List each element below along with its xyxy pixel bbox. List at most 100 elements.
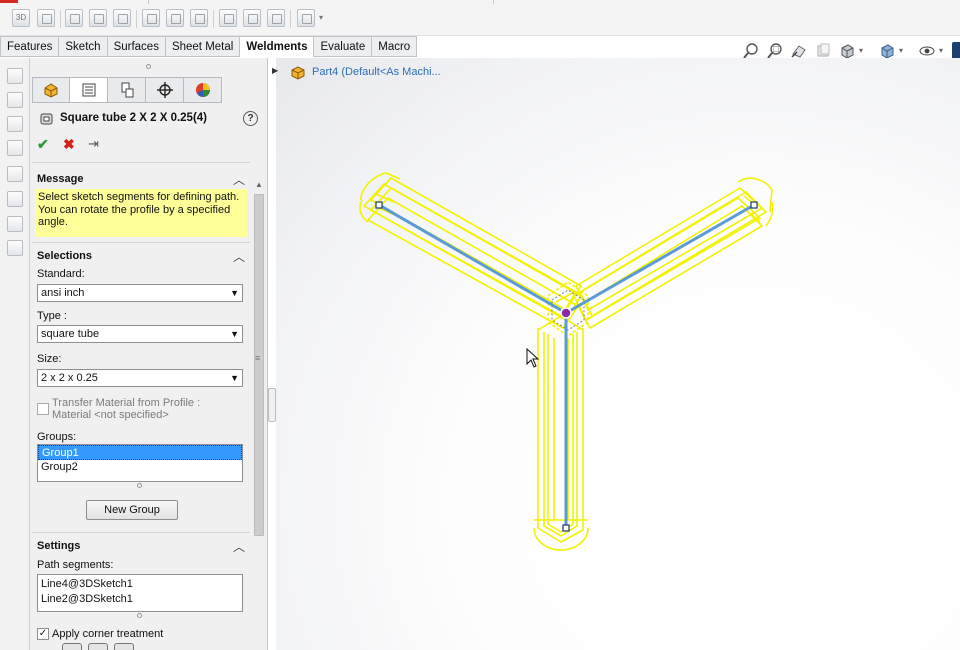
trim-extend-icon[interactable]: [113, 9, 131, 27]
sketch-junction-point[interactable]: [560, 307, 572, 319]
3d-view-icon[interactable]: 3D: [12, 9, 30, 27]
tab-weldments[interactable]: Weldments: [240, 36, 315, 57]
annotation-icon[interactable]: [7, 68, 23, 84]
weldment-preview[interactable]: [276, 58, 960, 650]
table-icon[interactable]: [7, 216, 23, 232]
transfer-material-label: Transfer Material from Profile :: [52, 397, 201, 409]
panel-splitter[interactable]: [268, 58, 276, 650]
property-manager-tab[interactable]: [70, 77, 108, 103]
settings-section-header[interactable]: Settings ︿: [32, 535, 252, 557]
message-section-header[interactable]: Message ︿: [32, 168, 252, 190]
feature-manager-tab[interactable]: [32, 77, 70, 103]
scrollbar-thumb[interactable]: [254, 194, 264, 536]
tab-sketch[interactable]: Sketch: [59, 36, 108, 57]
list-resize-grip[interactable]: [137, 613, 142, 618]
chevron-up-icon[interactable]: ︿: [233, 538, 245, 555]
type-label: Type :: [37, 310, 67, 322]
path-segments-list[interactable]: Line4@3DSketch1 Line2@3DSketch1: [37, 574, 243, 612]
configuration-manager-icon: [121, 82, 133, 98]
gusset-icon[interactable]: [190, 9, 208, 27]
app-accent-bar: [0, 0, 18, 3]
toolbar-divider: [290, 10, 291, 28]
display-manager-icon: [195, 83, 210, 97]
structural-member-icon[interactable]: [65, 9, 83, 27]
part-name-label[interactable]: Part4 (Default<As Machi...: [312, 66, 441, 78]
sketch-tool-icon[interactable]: [7, 92, 23, 108]
tab-features[interactable]: Features: [0, 36, 60, 57]
corner-treatment-checkbox[interactable]: ✓: [37, 628, 49, 640]
list-item-path-segment[interactable]: Line4@3DSketch1: [38, 577, 242, 592]
3d-sketch-icon[interactable]: [37, 9, 55, 27]
dimxpert-manager-icon: [156, 82, 173, 98]
list-item-path-segment[interactable]: Line2@3DSketch1: [38, 592, 242, 607]
transfer-material-checkbox[interactable]: [37, 403, 49, 415]
divider: [32, 242, 250, 243]
new-group-button[interactable]: New Group: [86, 500, 178, 520]
display-manager-tab[interactable]: [184, 77, 222, 103]
graphics-area[interactable]: ▶ Part4 (Default<As Machi...: [272, 58, 960, 650]
link-icon[interactable]: [7, 240, 23, 256]
dimxpert-manager-tab[interactable]: [146, 77, 184, 103]
tab-macro[interactable]: Macro: [372, 36, 418, 57]
relation-icon[interactable]: [7, 140, 23, 156]
selections-section-title: Selections: [37, 250, 93, 262]
stamp-icon[interactable]: [7, 191, 23, 207]
groups-label: Groups:: [37, 431, 77, 443]
chevron-down-icon[interactable]: ▼: [230, 326, 239, 342]
chevron-down-icon[interactable]: ▼: [230, 370, 239, 386]
keep-visible-pin-button[interactable]: ⇥: [88, 137, 99, 151]
property-manager-icon: [82, 83, 95, 97]
splitter-handle[interactable]: [268, 388, 276, 422]
panel-grip-dot: [146, 64, 151, 69]
feature-manager-icon: [44, 83, 58, 98]
extruded-boss-icon[interactable]: [142, 9, 160, 27]
corner-end-butt-icon[interactable]: [114, 643, 134, 650]
extruded-cut-icon[interactable]: [166, 9, 184, 27]
tab-surfaces[interactable]: Surfaces: [107, 36, 166, 57]
type-select[interactable]: square tube ▼: [37, 325, 243, 343]
chevron-down-icon[interactable]: ▾: [859, 46, 863, 55]
divider: [32, 532, 250, 533]
scroll-up-icon[interactable]: ▲: [255, 180, 263, 189]
standard-select[interactable]: ansi inch ▼: [37, 284, 243, 302]
panel-resize-grip-icon[interactable]: ≡: [255, 353, 260, 363]
size-select[interactable]: 2 x 2 x 0.25 ▼: [37, 369, 243, 387]
chevron-down-icon[interactable]: ▼: [230, 285, 239, 301]
note-icon[interactable]: [7, 166, 23, 182]
chevron-down-icon[interactable]: ▾: [939, 46, 943, 55]
part-icon: [291, 66, 305, 80]
expand-arrow-icon[interactable]: ▶: [272, 66, 278, 75]
list-item-group2[interactable]: Group2: [38, 460, 242, 475]
weldment-icon[interactable]: [89, 9, 107, 27]
selections-section-header[interactable]: Selections ︿: [32, 245, 252, 267]
standard-label: Standard:: [37, 268, 85, 280]
list-resize-grip[interactable]: [137, 483, 142, 488]
chevron-up-icon[interactable]: ︿: [233, 248, 245, 265]
fillet-bead-icon[interactable]: [243, 9, 261, 27]
size-value: 2 x 2 x 0.25: [41, 372, 98, 384]
weld-bead-icon[interactable]: [267, 9, 285, 27]
mouse-pointer-icon: [526, 348, 540, 368]
message-section-title: Message: [37, 173, 84, 185]
list-item-group1[interactable]: Group1: [38, 445, 242, 460]
end-cap-icon[interactable]: [219, 9, 237, 27]
corner-end-trim-icon[interactable]: [62, 643, 82, 650]
toolbar-divider: [213, 10, 214, 28]
corner-end-miter-icon[interactable]: [88, 643, 108, 650]
ok-button[interactable]: ✔: [37, 137, 49, 151]
toolbar-divider: [493, 0, 494, 4]
panel-scrollbar[interactable]: ▲ ≡: [252, 178, 266, 650]
groups-list[interactable]: Group1 Group2: [37, 444, 243, 482]
chevron-down-icon[interactable]: ▾: [899, 46, 903, 55]
transfer-material-sublabel: Material <not specified>: [52, 409, 169, 421]
configuration-manager-tab[interactable]: [108, 77, 146, 103]
cancel-button[interactable]: ✖: [63, 137, 75, 151]
tab-sheet-metal[interactable]: Sheet Metal: [165, 36, 241, 57]
tab-evaluate[interactable]: Evaluate: [314, 36, 373, 57]
property-manager-panel: Square tube 2 X 2 X 0.25(4) ? ✔ ✖ ⇥ ▲ ≡ …: [30, 58, 268, 650]
dimension-icon[interactable]: [7, 116, 23, 132]
reference-geometry-icon[interactable]: [297, 9, 315, 27]
chevron-up-icon[interactable]: ︿: [233, 171, 245, 188]
help-icon[interactable]: ?: [243, 111, 258, 126]
chevron-down-icon[interactable]: ▾: [319, 13, 323, 22]
